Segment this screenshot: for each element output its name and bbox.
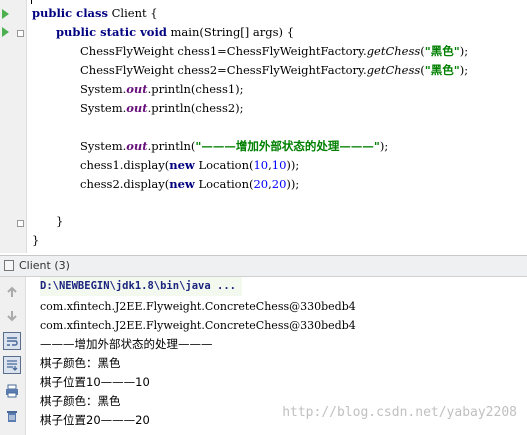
watermark-text: http://blog.csdn.net/yabay2208 — [282, 405, 517, 420]
code-line-8: chess1.display(new Location(10,10)); — [80, 158, 300, 172]
code-line-5: System.out.println(chess1); — [80, 82, 244, 96]
arrow-up-icon[interactable] — [3, 283, 21, 301]
scroll-to-end-icon[interactable] — [3, 356, 21, 374]
console-icon — [4, 260, 14, 271]
code-line-2: public static void main(String[] args) { — [56, 25, 295, 39]
run-tab-title[interactable]: Client (3) — [19, 259, 70, 272]
console-command-line: D:\NEWBEGIN\jdk1.8\bin\java ... — [40, 277, 242, 296]
code-line-7: System.out.println("———增加外部状态的处理———"); — [80, 139, 389, 153]
code-line-9: chess2.display(new Location(20,20)); — [80, 177, 300, 191]
code-line-1: public class Client { — [32, 6, 158, 20]
console-line: 棋子位置20———20 — [40, 413, 150, 427]
print-icon[interactable] — [3, 382, 21, 400]
code-line-10: } — [56, 214, 64, 228]
code-line-6: System.out.println(chess2); — [80, 101, 244, 115]
console-line: 棋子位置10———10 — [40, 375, 150, 389]
console-line: 棋子颜色：黑色 — [40, 394, 121, 408]
code-line-4: ChessFlyWeight chess2=ChessFlyWeightFact… — [80, 63, 469, 77]
run-toolbar — [0, 277, 26, 435]
editor-gutter — [0, 0, 27, 253]
console-line: com.xfintech.J2EE.Flyweight.ConcreteChes… — [40, 300, 356, 313]
run-class-icon[interactable] — [2, 9, 9, 19]
code-line-3: ChessFlyWeight chess1=ChessFlyWeightFact… — [80, 44, 469, 58]
arrow-down-icon[interactable] — [3, 307, 21, 325]
console-output[interactable]: D:\NEWBEGIN\jdk1.8\bin\java ... com.xfin… — [26, 277, 527, 435]
trash-icon[interactable] — [3, 407, 21, 425]
console-line: com.xfintech.J2EE.Flyweight.ConcreteChes… — [40, 319, 356, 332]
code-line-11: } — [32, 233, 40, 247]
run-main-icon[interactable] — [2, 27, 9, 37]
fold-icon[interactable] — [17, 30, 24, 37]
fold-end-icon[interactable] — [17, 220, 24, 227]
console-line: ———增加外部状态的处理——— — [40, 337, 213, 351]
code-editor[interactable]: public class Client { public static void… — [0, 0, 527, 253]
console-line: 棋子颜色：黑色 — [40, 356, 121, 370]
soft-wrap-icon[interactable] — [3, 332, 21, 350]
run-tool-window-header: Client (3) — [0, 255, 527, 277]
